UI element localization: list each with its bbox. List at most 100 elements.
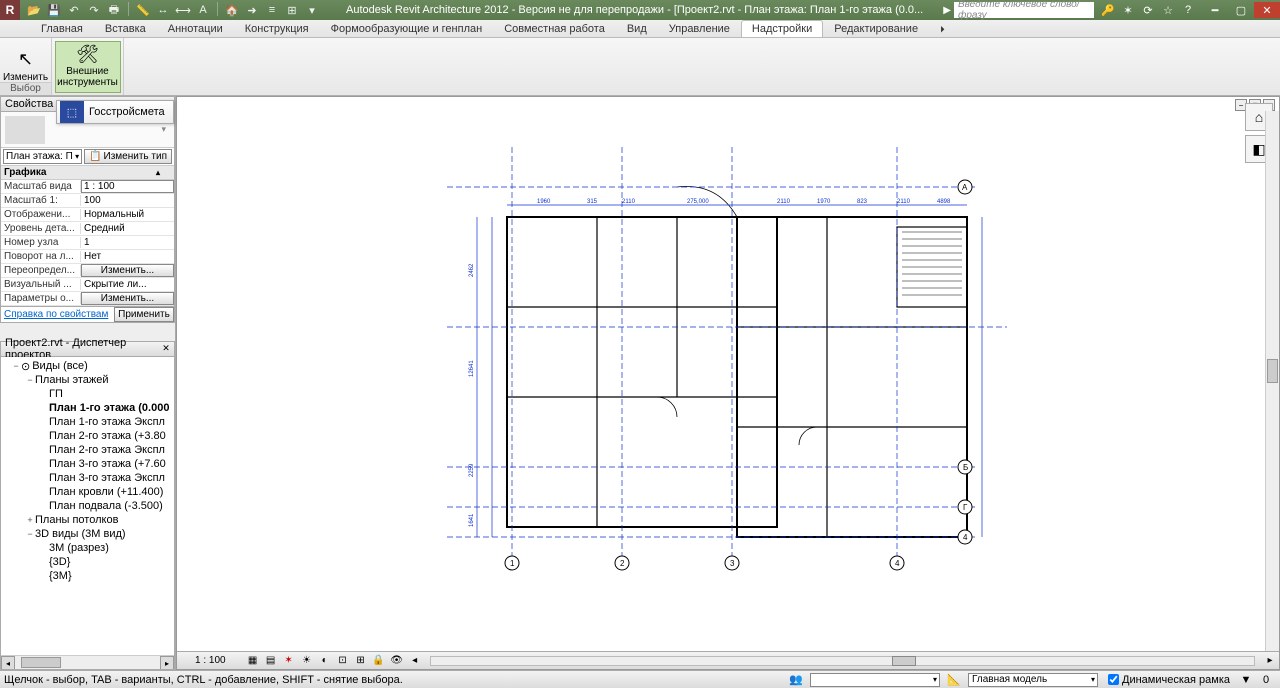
model-combo[interactable]: Главная модель: [968, 673, 1098, 687]
measure-icon[interactable]: 📏: [135, 2, 151, 18]
tree-node[interactable]: −3D виды (3М вид): [1, 527, 174, 541]
thin-lines-icon[interactable]: ≡: [264, 2, 280, 18]
edit-type-button[interactable]: 📋 Изменить тип: [84, 149, 172, 164]
external-tools-button[interactable]: 🛠 Внешние инструменты: [55, 41, 121, 93]
open-icon[interactable]: 📂: [26, 2, 42, 18]
properties-help-link[interactable]: Справка по свойствам: [1, 307, 114, 322]
maximize-button[interactable]: ▢: [1228, 2, 1254, 18]
filter-icon[interactable]: ▼: [1237, 673, 1255, 687]
drawing-canvas[interactable]: 1 2 3 4 А Б Г 4 19603152110 275,00021101…: [177, 97, 1279, 669]
subscription-icon[interactable]: 🔑: [1100, 2, 1116, 18]
property-row[interactable]: Параметры о...Изменить...: [1, 292, 174, 306]
property-edit-button[interactable]: Изменить...: [81, 292, 174, 305]
tree-node[interactable]: −Планы этажей: [1, 373, 174, 387]
favorite-icon[interactable]: ☆: [1160, 2, 1176, 18]
tree-twisty-icon[interactable]: −: [25, 375, 35, 385]
property-row[interactable]: Масштаб 1:100: [1, 194, 174, 208]
shadows-icon[interactable]: ◐: [317, 654, 333, 668]
type-selector[interactable]: План этажа: П: [3, 149, 82, 164]
exchange-icon[interactable]: ✶: [1120, 2, 1136, 18]
canvas-vscroll[interactable]: [1265, 111, 1279, 651]
addon-panel[interactable]: ⬚ Госстройсмета: [56, 100, 174, 124]
property-row[interactable]: Масштаб вида: [1, 180, 174, 194]
search-input[interactable]: Введите ключевое слово/фразу: [954, 2, 1094, 18]
tree-node[interactable]: План 2-го этажа (+3.80: [1, 429, 174, 443]
scroll-left-icon[interactable]: ◂: [1, 656, 15, 670]
arrow-icon[interactable]: ➜: [244, 2, 260, 18]
tree-node[interactable]: План 2-го этажа Экспл: [1, 443, 174, 457]
canvas-hscroll[interactable]: [430, 656, 1255, 666]
vscroll-thumb[interactable]: [1267, 359, 1278, 383]
save-icon[interactable]: 💾: [46, 2, 62, 18]
tab-конструкция[interactable]: Конструкция: [234, 20, 320, 37]
reveal-icon[interactable]: ◂: [407, 654, 423, 668]
redo-icon[interactable]: ↷: [86, 2, 102, 18]
dynamic-frame-checkbox[interactable]: [1108, 674, 1119, 685]
tree-node[interactable]: План 3-го этажа Экспл: [1, 471, 174, 485]
tree-twisty-icon[interactable]: −: [11, 361, 21, 371]
select-count-icon[interactable]: 0: [1257, 673, 1275, 687]
print-icon[interactable]: 🖶: [106, 2, 122, 18]
view-icon[interactable]: 🏠: [224, 2, 240, 18]
tree-node[interactable]: План 1-го этажа Экспл: [1, 415, 174, 429]
lock-icon[interactable]: 🔒: [371, 654, 387, 668]
sync-icon[interactable]: ⟳: [1140, 2, 1156, 18]
tab-совместная-работа[interactable]: Совместная работа: [493, 20, 616, 37]
tab-формообразующие-и-генплан[interactable]: Формообразующие и генплан: [320, 20, 494, 37]
graphics-section[interactable]: Графика: [1, 166, 174, 180]
help-icon[interactable]: ?: [1180, 2, 1196, 18]
type-dropdown-icon[interactable]: ▾: [161, 124, 170, 135]
tab-аннотации[interactable]: Аннотации: [157, 20, 234, 37]
tree-node[interactable]: {3D}: [1, 555, 174, 569]
switch-window-icon[interactable]: ▾: [304, 2, 320, 18]
model-graphics-icon[interactable]: ▦: [245, 654, 261, 668]
title-next-icon[interactable]: ▶: [940, 5, 954, 16]
tree-node[interactable]: −⊙Виды (все): [1, 359, 174, 373]
undo-icon[interactable]: ↶: [66, 2, 82, 18]
tree-twisty-icon[interactable]: +: [25, 515, 35, 525]
tree-node[interactable]: ГП: [1, 387, 174, 401]
browser-close-icon[interactable]: ✕: [160, 343, 172, 355]
tab-управление[interactable]: Управление: [658, 20, 741, 37]
sun-path-icon[interactable]: ☀: [299, 654, 315, 668]
tree-node[interactable]: +Планы потолков: [1, 513, 174, 527]
tree-node[interactable]: План 1-го этажа (0.000: [1, 401, 174, 415]
tree-node[interactable]: План кровли (+11.400): [1, 485, 174, 499]
workset-icon[interactable]: 👥: [787, 673, 805, 687]
close-button[interactable]: ✕: [1254, 2, 1280, 18]
hscroll-thumb[interactable]: [892, 656, 916, 666]
minimize-button[interactable]: ━: [1202, 2, 1228, 18]
ribbon-toggle-icon[interactable]: ⏵: [929, 21, 956, 37]
scroll-right-icon[interactable]: ▸: [160, 656, 174, 670]
tab-главная[interactable]: Главная: [30, 20, 94, 37]
hscroll-right-icon[interactable]: ▸: [1262, 654, 1278, 668]
tree-node[interactable]: План 3-го этажа (+7.60: [1, 457, 174, 471]
browser-header[interactable]: Проект2.rvt - Диспетчер проектов ✕: [0, 341, 175, 357]
property-edit-button[interactable]: Изменить...: [81, 264, 174, 277]
tree-twisty-icon[interactable]: −: [25, 529, 35, 539]
design-options-icon[interactable]: 📐: [945, 673, 963, 687]
tree-node[interactable]: 3М (разрез): [1, 541, 174, 555]
dimension-icon[interactable]: ⟷: [175, 2, 191, 18]
property-row[interactable]: Переопредел...Изменить...: [1, 264, 174, 278]
tree-node[interactable]: {3М}: [1, 569, 174, 583]
scroll-thumb[interactable]: [21, 657, 61, 668]
align-icon[interactable]: ↔: [155, 2, 171, 18]
crop-icon[interactable]: ⊡: [335, 654, 351, 668]
close-views-icon[interactable]: ⊞: [284, 2, 300, 18]
property-row[interactable]: Номер узла1: [1, 236, 174, 250]
property-input[interactable]: [81, 180, 174, 193]
workset-combo[interactable]: [810, 673, 940, 687]
temp-hide-icon[interactable]: 👁: [389, 654, 405, 668]
property-row[interactable]: Визуальный ...Скрытие ли...: [1, 278, 174, 292]
detail-level-icon[interactable]: ▤: [263, 654, 279, 668]
tab-редактирование[interactable]: Редактирование: [823, 20, 929, 37]
property-row[interactable]: Отображени...Нормальный: [1, 208, 174, 222]
text-icon[interactable]: A: [195, 2, 211, 18]
property-row[interactable]: Уровень дета...Средний: [1, 222, 174, 236]
tab-надстройки[interactable]: Надстройки: [741, 20, 823, 37]
tree-node[interactable]: План подвала (-3.500): [1, 499, 174, 513]
tab-вставка[interactable]: Вставка: [94, 20, 157, 37]
visual-style-icon[interactable]: ✶: [281, 654, 297, 668]
apply-button[interactable]: Применить: [114, 307, 174, 322]
